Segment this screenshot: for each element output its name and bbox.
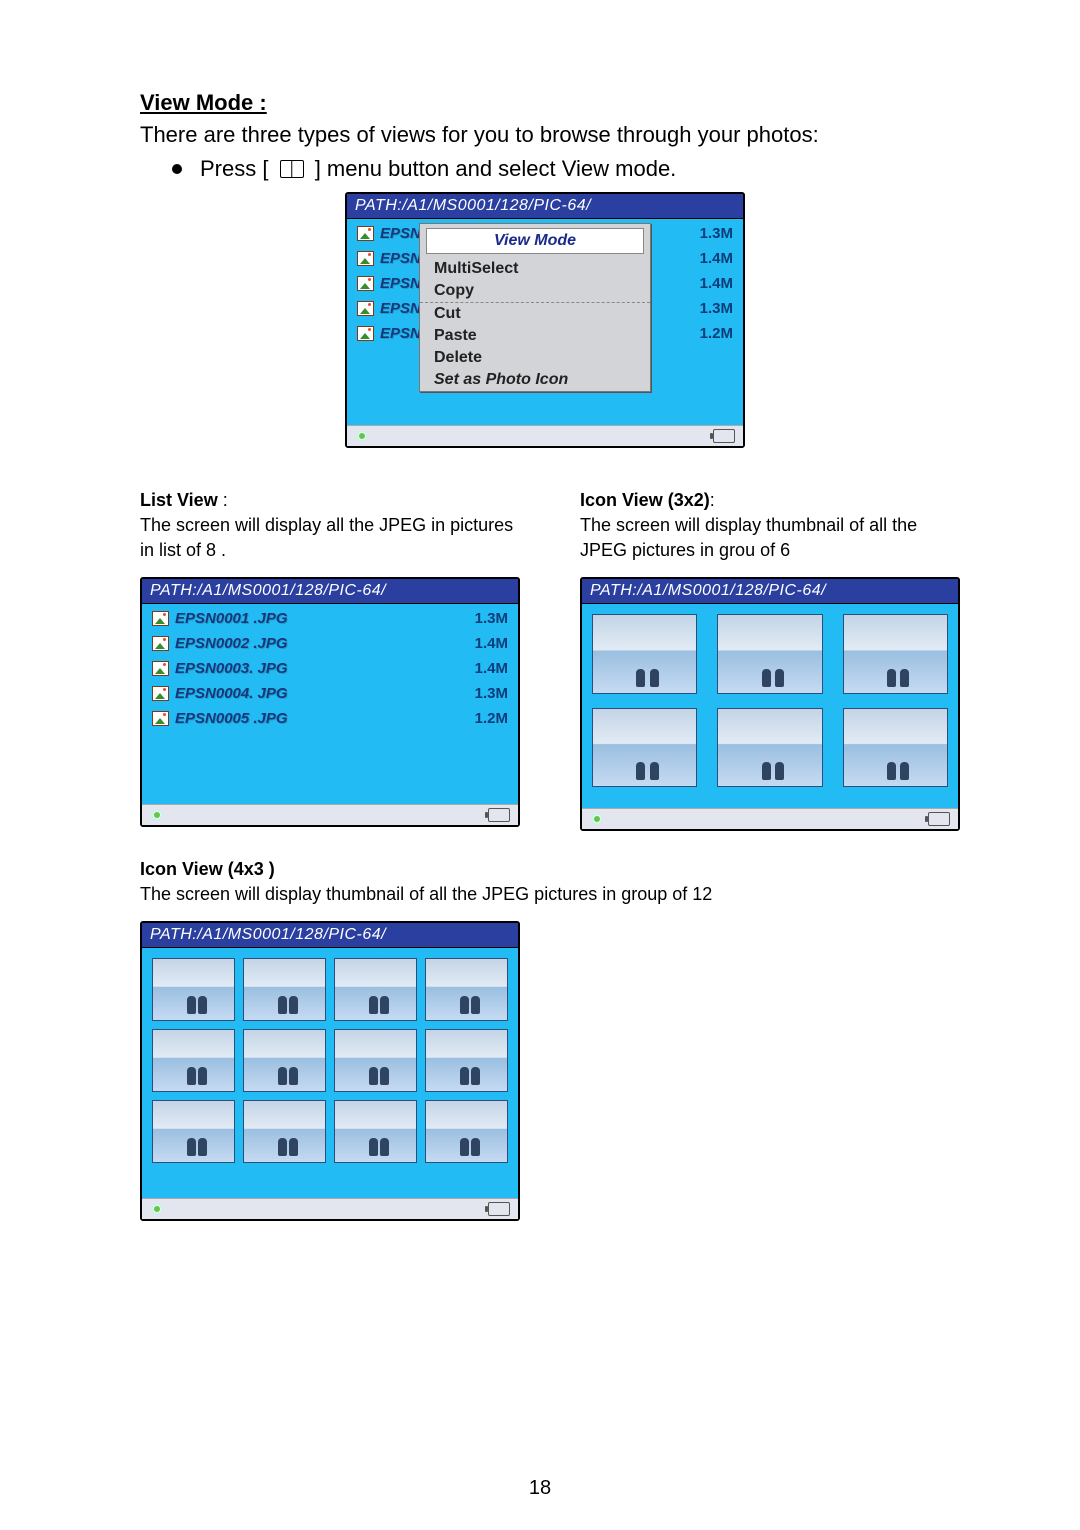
file-name: EPSN0002 .JPG (175, 635, 467, 652)
menu-book-icon (280, 160, 304, 178)
image-icon (357, 301, 374, 316)
menu-item-multiselect[interactable]: MultiSelect (420, 258, 650, 280)
file-size: 1.2M (475, 710, 508, 727)
thumbnail[interactable] (243, 958, 326, 1021)
listview-heading: List View : (140, 490, 520, 511)
page-number: 18 (0, 1477, 1080, 1500)
iconview4x3-desc: The screen will display thumbnail of all… (140, 882, 950, 907)
screen-icon-4x3: PATH:/A1/MS0001/128/PIC-64/ (140, 921, 520, 1221)
menu-item-set-photo-icon[interactable]: Set as Photo Icon (420, 369, 650, 391)
battery-icon (713, 429, 735, 443)
bullet-item: Press [ ] menu button and select View mo… (172, 156, 950, 182)
thumbnail[interactable] (592, 614, 697, 693)
screen-icon-3x2: PATH:/A1/MS0001/128/PIC-64/ (580, 577, 960, 831)
thumbnail[interactable] (334, 1029, 417, 1092)
section-heading: View Mode : (140, 90, 950, 116)
file-size: 1.4M (475, 660, 508, 677)
file-size: 1.3M (700, 225, 733, 242)
image-icon (152, 711, 169, 726)
status-bar (582, 808, 958, 829)
screen-list-view: PATH:/A1/MS0001/128/PIC-64/ EPSN0001 .JP… (140, 577, 520, 827)
image-icon (152, 636, 169, 651)
thumbnail[interactable] (592, 708, 697, 787)
file-row[interactable]: EPSN0002 .JPG 1.4M (152, 635, 508, 652)
thumbnail[interactable] (243, 1029, 326, 1092)
bullet-dot-icon (172, 164, 182, 174)
battery-icon (488, 1202, 510, 1216)
path-bar: PATH:/A1/MS0001/128/PIC-64/ (582, 579, 958, 604)
status-bar (347, 425, 743, 446)
battery-icon (488, 808, 510, 822)
thumbnail[interactable] (425, 1100, 508, 1163)
status-dot-icon (152, 810, 162, 820)
status-dot-icon (592, 814, 602, 824)
image-icon (152, 611, 169, 626)
thumbnail[interactable] (717, 614, 822, 693)
file-size: 1.3M (475, 610, 508, 627)
file-name: EPSN0004. JPG (175, 685, 467, 702)
thumbnail[interactable] (425, 1029, 508, 1092)
press-text-before: Press [ (200, 156, 275, 181)
press-text-after: ] menu button and select View mode. (315, 156, 677, 181)
thumbnail[interactable] (334, 1100, 417, 1163)
status-dot-icon (357, 431, 367, 441)
file-size: 1.3M (475, 685, 508, 702)
status-dot-icon (152, 1204, 162, 1214)
file-name: EPSN0005 .JPG (175, 710, 467, 727)
menu-item-delete[interactable]: Delete (420, 347, 650, 369)
context-menu[interactable]: View Mode MultiSelect Copy Cut Paste Del… (419, 223, 651, 392)
thumbnail[interactable] (152, 1029, 235, 1092)
thumbnail[interactable] (717, 708, 822, 787)
status-bar (142, 804, 518, 825)
thumbnail[interactable] (843, 708, 948, 788)
thumbnail[interactable] (334, 958, 417, 1021)
path-bar: PATH:/A1/MS0001/128/PIC-64/ (347, 194, 743, 219)
image-icon (357, 326, 374, 341)
battery-icon (928, 812, 950, 826)
file-size: 1.2M (700, 325, 733, 342)
iconview4x3-heading: Icon View (4x3 ) (140, 859, 950, 880)
image-icon (152, 686, 169, 701)
listview-desc: The screen will display all the JPEG in … (140, 513, 520, 563)
file-size: 1.3M (700, 300, 733, 317)
file-size: 1.4M (700, 275, 733, 292)
menu-item-cut[interactable]: Cut (420, 302, 650, 325)
file-row[interactable]: EPSN0005 .JPG 1.2M (152, 710, 508, 727)
file-row[interactable]: EPSN0001 .JPG 1.3M (152, 610, 508, 627)
image-icon (357, 226, 374, 241)
thumbnail[interactable] (843, 614, 948, 694)
iconview3x2-heading: Icon View (3x2): (580, 490, 960, 511)
path-bar: PATH:/A1/MS0001/128/PIC-64/ (142, 923, 518, 948)
status-bar (142, 1198, 518, 1219)
menu-item-copy[interactable]: Copy (420, 280, 650, 302)
image-icon (357, 251, 374, 266)
thumbnail[interactable] (152, 1100, 235, 1163)
thumbnail[interactable] (152, 958, 235, 1021)
thumbnail[interactable] (243, 1100, 326, 1163)
screen-viewmode-menu: PATH:/A1/MS0001/128/PIC-64/ EPSN1.3M EPS… (345, 192, 745, 448)
intro-text: There are three types of views for you t… (140, 120, 950, 150)
menu-selected-viewmode[interactable]: View Mode (426, 228, 644, 254)
file-name: EPSN0003. JPG (175, 660, 467, 677)
file-size: 1.4M (700, 250, 733, 267)
iconview3x2-desc: The screen will display thumbnail of all… (580, 513, 960, 563)
thumbnail[interactable] (425, 958, 508, 1021)
file-row[interactable]: EPSN0003. JPG 1.4M (152, 660, 508, 677)
menu-item-paste[interactable]: Paste (420, 325, 650, 347)
file-row[interactable]: EPSN0004. JPG 1.3M (152, 685, 508, 702)
image-icon (152, 661, 169, 676)
file-name: EPSN0001 .JPG (175, 610, 467, 627)
file-size: 1.4M (475, 635, 508, 652)
image-icon (357, 276, 374, 291)
path-bar: PATH:/A1/MS0001/128/PIC-64/ (142, 579, 518, 604)
